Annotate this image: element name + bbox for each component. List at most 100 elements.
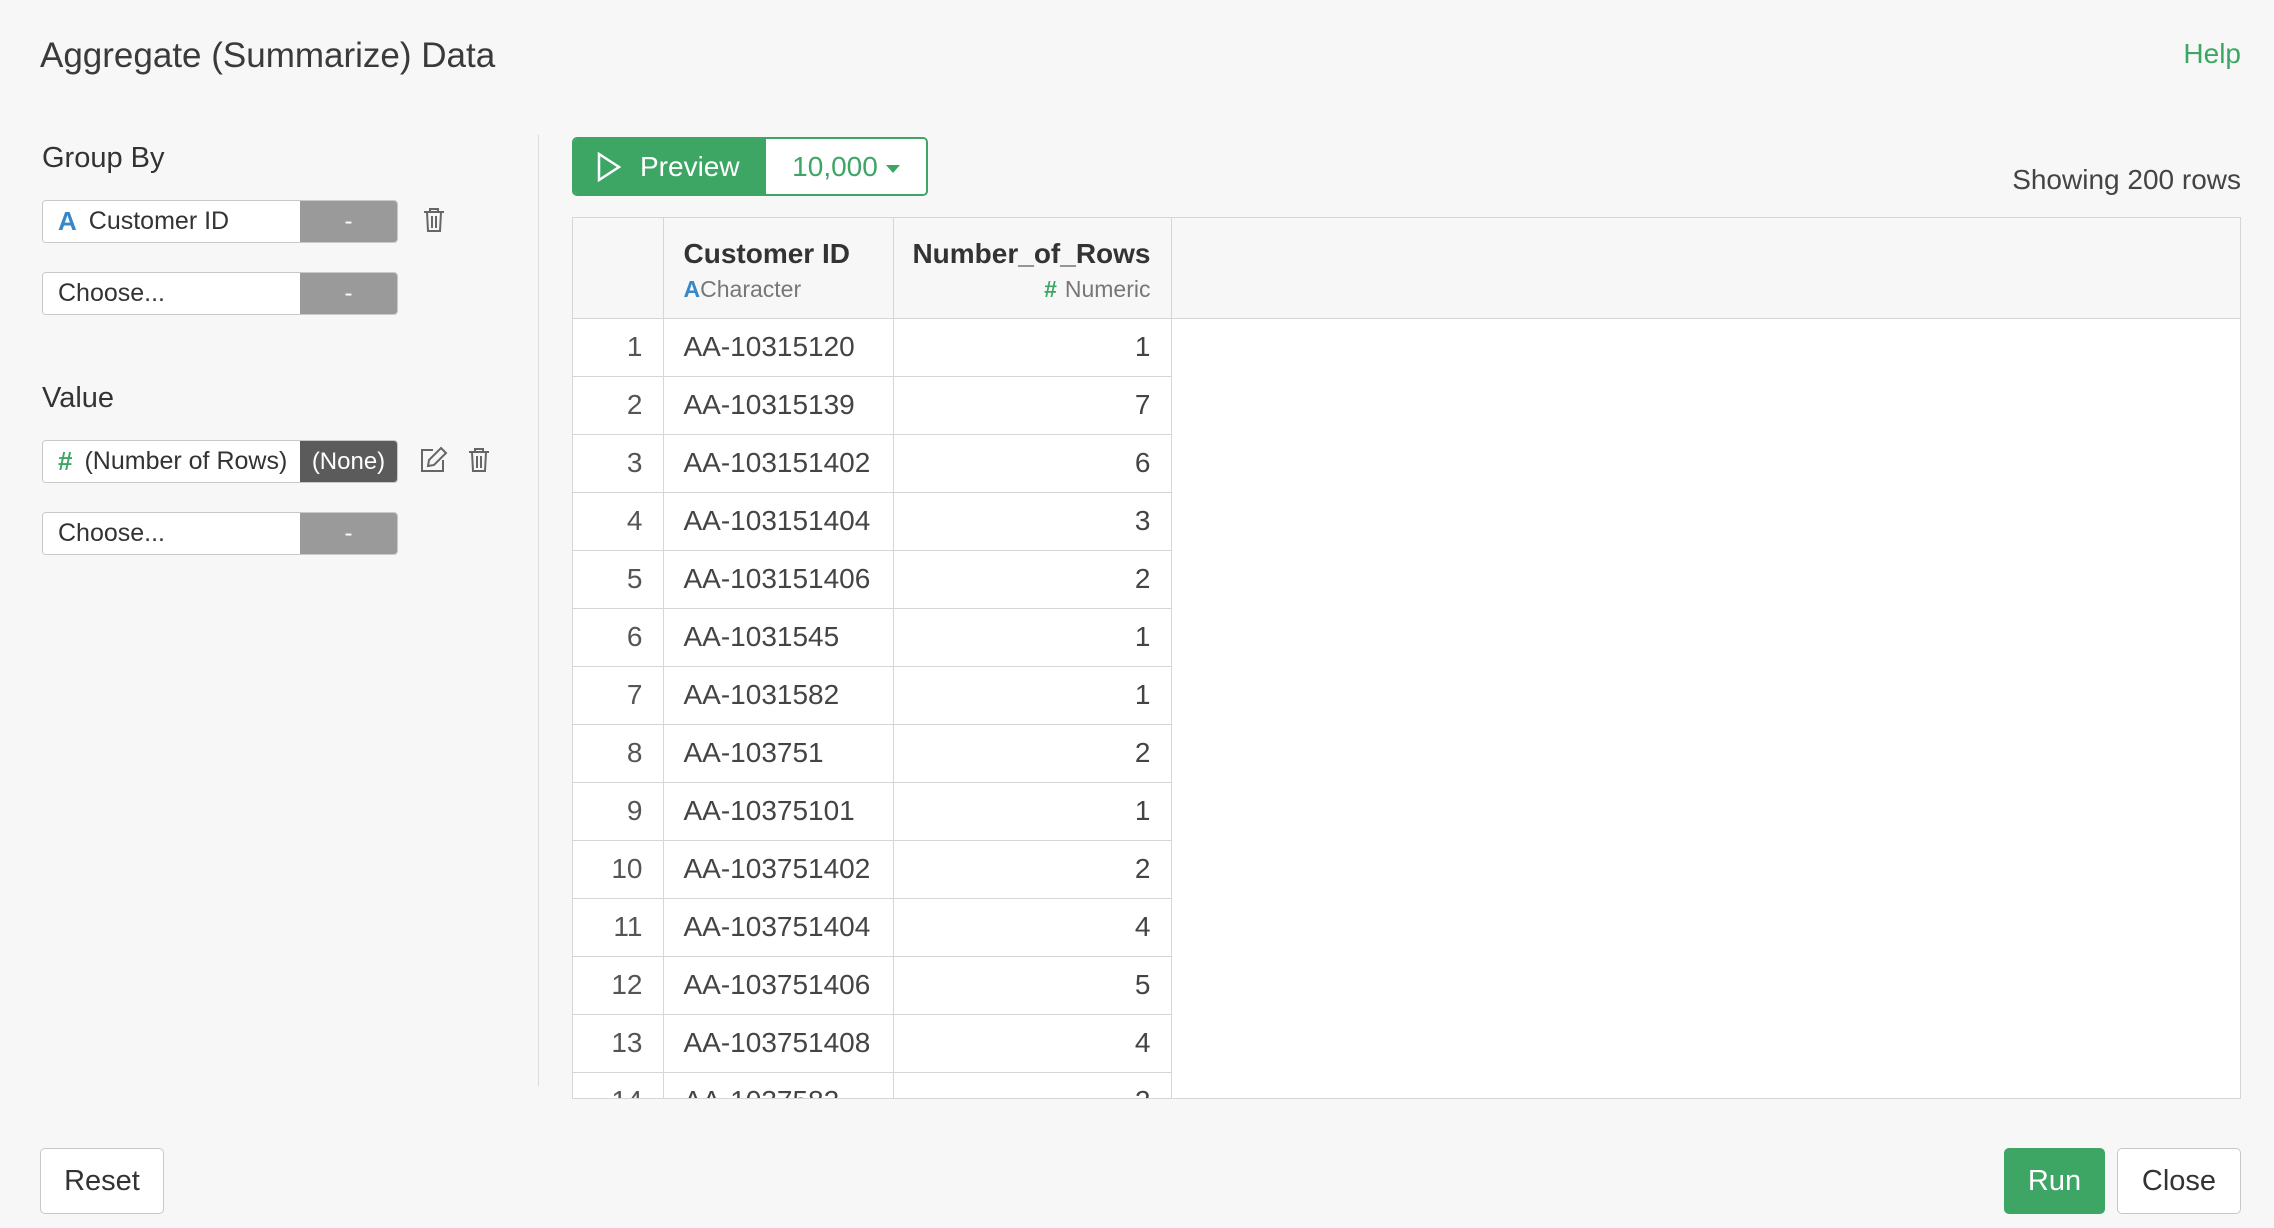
group-by-field-customer-id[interactable]: A Customer ID -	[42, 200, 398, 243]
empty-row-area	[1171, 434, 2240, 492]
column-type: Numeric	[1064, 276, 1151, 302]
cell-number-of-rows[interactable]: 5	[893, 956, 1172, 1015]
cell-number-of-rows[interactable]: 3	[893, 492, 1172, 551]
empty-row-area	[1171, 608, 2240, 666]
cell-customer-id[interactable]: AA-103751406	[663, 956, 894, 1015]
empty-row-area	[1171, 782, 2240, 840]
table-row: 12 AA-103751406 5	[573, 956, 2240, 1015]
run-button[interactable]: Run	[2004, 1148, 2105, 1214]
cell-customer-id[interactable]: AA-103751408	[663, 1014, 894, 1073]
row-index[interactable]: 7	[573, 666, 664, 725]
character-type-icon: A	[58, 206, 77, 236]
column-name: Customer ID	[683, 238, 850, 269]
trash-icon[interactable]	[463, 444, 495, 476]
dialog-title: Aggregate (Summarize) Data	[40, 36, 496, 75]
character-type-icon: A	[683, 276, 701, 302]
value-label: Value	[42, 382, 115, 414]
table-row: 11 AA-103751404 4	[573, 898, 2240, 957]
row-index[interactable]: 1	[573, 318, 664, 377]
row-index[interactable]: 12	[573, 956, 664, 1015]
table-row: 5 AA-103151406 2	[573, 550, 2240, 609]
table-row: 3 AA-103151402 6	[573, 434, 2240, 493]
empty-row-area	[1171, 1072, 2240, 1098]
empty-row-area	[1171, 492, 2240, 550]
row-index[interactable]: 2	[573, 376, 664, 435]
cell-customer-id[interactable]: AA-103751	[663, 724, 894, 783]
panel-divider	[538, 135, 539, 1086]
row-index[interactable]: 14	[573, 1072, 664, 1098]
preview-rows-dropdown[interactable]: 10,000	[766, 139, 926, 194]
row-index[interactable]: 3	[573, 434, 664, 493]
row-index[interactable]: 13	[573, 1014, 664, 1073]
numeric-type-icon: #	[58, 446, 73, 476]
cell-customer-id[interactable]: AA-103151402	[663, 434, 894, 493]
table-row: 7 AA-1031582 1	[573, 666, 2240, 725]
preview-button-group: Preview 10,000	[572, 137, 928, 196]
value-column-select[interactable]: # (Number of Rows)	[43, 441, 300, 482]
table-row: 2 AA-10315139 7	[573, 376, 2240, 435]
group-by-column-select[interactable]: A Customer ID	[43, 201, 300, 242]
chevron-down-icon	[885, 164, 900, 173]
cell-number-of-rows[interactable]: 2	[893, 724, 1172, 783]
value-function-button-empty[interactable]: -	[300, 513, 397, 554]
group-by-label: Group By	[42, 142, 165, 174]
cell-number-of-rows[interactable]: 2	[893, 550, 1172, 609]
empty-row-area	[1171, 666, 2240, 724]
cell-number-of-rows[interactable]: 1	[893, 608, 1172, 667]
cell-number-of-rows[interactable]: 1	[893, 666, 1172, 725]
cell-number-of-rows[interactable]: 1	[893, 318, 1172, 377]
row-index[interactable]: 9	[573, 782, 664, 841]
row-index-header	[573, 218, 664, 319]
help-link[interactable]: Help	[2183, 38, 2241, 70]
cell-customer-id[interactable]: AA-10315120	[663, 318, 894, 377]
preview-rows-value: 10,000	[792, 150, 878, 182]
cell-customer-id[interactable]: AA-103751402	[663, 840, 894, 899]
preview-data-grid[interactable]: Customer ID ACharacter Number_of_Rows # N…	[572, 217, 2241, 1099]
cell-number-of-rows[interactable]: 2	[893, 840, 1172, 899]
cell-customer-id[interactable]: AA-103151406	[663, 550, 894, 609]
value-field-choose[interactable]: Choose... -	[42, 512, 398, 555]
group-by-option-button-empty[interactable]: -	[300, 273, 397, 314]
row-index[interactable]: 8	[573, 724, 664, 783]
cell-customer-id[interactable]: AA-1037582	[663, 1072, 894, 1098]
edit-icon[interactable]	[418, 444, 450, 476]
row-index[interactable]: 4	[573, 492, 664, 551]
row-index[interactable]: 11	[573, 898, 664, 957]
preview-label: Preview	[640, 150, 740, 182]
reset-button[interactable]: Reset	[40, 1148, 164, 1214]
group-by-placeholder: Choose...	[58, 279, 166, 307]
row-index[interactable]: 6	[573, 608, 664, 667]
cell-number-of-rows[interactable]: 4	[893, 898, 1172, 957]
column-header-number-of-rows[interactable]: Number_of_Rows # Numeric	[893, 218, 1172, 319]
row-count-status: Showing 200 rows	[2012, 164, 2241, 195]
trash-icon[interactable]	[418, 204, 450, 236]
cell-number-of-rows[interactable]: 6	[893, 434, 1172, 493]
value-column-select-empty[interactable]: Choose...	[43, 513, 300, 554]
group-by-column-select-empty[interactable]: Choose...	[43, 273, 300, 314]
cell-customer-id[interactable]: AA-103151404	[663, 492, 894, 551]
cell-number-of-rows[interactable]: 1	[893, 782, 1172, 841]
value-field-number-of-rows[interactable]: # (Number of Rows) (None)	[42, 440, 398, 483]
empty-row-area	[1171, 840, 2240, 898]
cell-customer-id[interactable]: AA-10315139	[663, 376, 894, 435]
preview-button[interactable]: Preview	[574, 139, 766, 194]
row-index[interactable]: 5	[573, 550, 664, 609]
cell-number-of-rows[interactable]: 4	[893, 1014, 1172, 1073]
cell-number-of-rows[interactable]: 7	[893, 376, 1172, 435]
cell-number-of-rows[interactable]: 2	[893, 1072, 1172, 1098]
group-by-field-choose[interactable]: Choose... -	[42, 272, 398, 315]
group-by-option-button[interactable]: -	[300, 201, 397, 242]
empty-row-area	[1171, 724, 2240, 782]
value-placeholder: Choose...	[58, 519, 166, 547]
cell-customer-id[interactable]: AA-10375101	[663, 782, 894, 841]
value-column-value: (Number of Rows)	[84, 447, 288, 475]
table-row: 9 AA-10375101 1	[573, 782, 2240, 841]
close-button[interactable]: Close	[2117, 1148, 2241, 1214]
play-icon	[597, 151, 622, 182]
cell-customer-id[interactable]: AA-1031582	[663, 666, 894, 725]
row-index[interactable]: 10	[573, 840, 664, 899]
cell-customer-id[interactable]: AA-103751404	[663, 898, 894, 957]
value-function-button[interactable]: (None)	[300, 441, 397, 482]
cell-customer-id[interactable]: AA-1031545	[663, 608, 894, 667]
column-header-customer-id[interactable]: Customer ID ACharacter	[663, 218, 894, 319]
